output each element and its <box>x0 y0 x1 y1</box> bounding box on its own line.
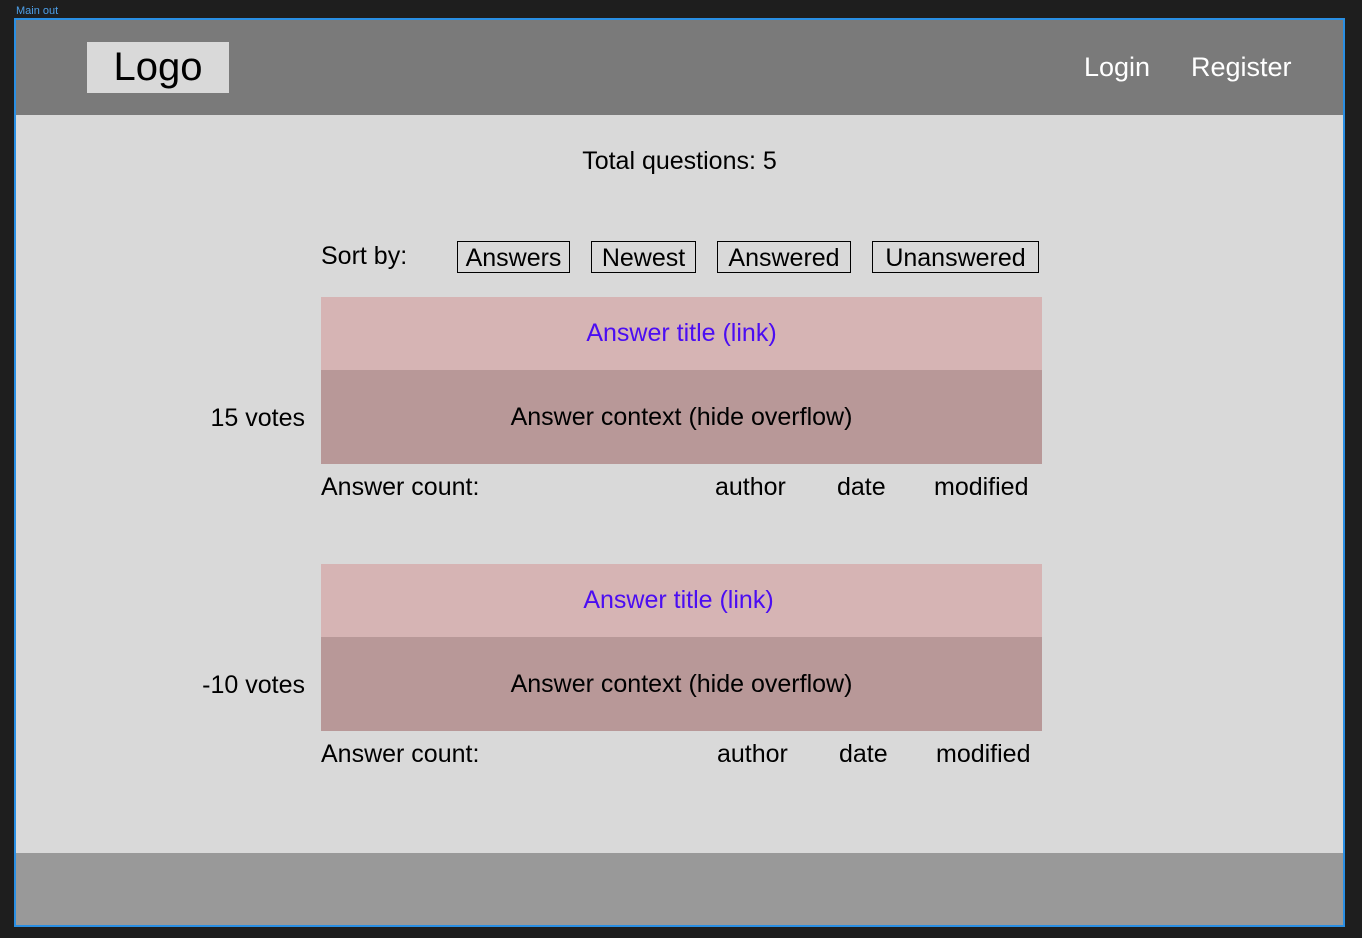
answer-count-label: Answer count: <box>321 473 480 501</box>
sort-answers-button[interactable]: Answers <box>457 241 570 273</box>
question-context: Answer context (hide overflow) <box>321 370 1042 464</box>
sort-label: Sort by: <box>321 242 408 270</box>
site-footer <box>16 853 1343 925</box>
question-title-link[interactable]: Answer title (link) <box>321 297 1042 370</box>
register-link[interactable]: Register <box>1191 52 1292 83</box>
author-label: author <box>715 473 786 501</box>
sort-newest-button[interactable]: Newest <box>591 241 696 273</box>
question-votes: -10 votes <box>202 671 305 699</box>
modified-label: modified <box>936 740 1031 768</box>
frame-label: Main out <box>16 5 59 17</box>
date-label: date <box>837 473 886 501</box>
login-link[interactable]: Login <box>1084 52 1150 83</box>
main-frame: Logo Login Register Total questions: 5 S… <box>14 18 1345 927</box>
answer-count-label: Answer count: <box>321 740 480 768</box>
question-context: Answer context (hide overflow) <box>321 637 1042 731</box>
logo[interactable]: Logo <box>87 42 229 93</box>
date-label: date <box>839 740 888 768</box>
site-header: Logo Login Register <box>16 20 1343 115</box>
sort-unanswered-button[interactable]: Unanswered <box>872 241 1039 273</box>
question-title-link[interactable]: Answer title (link) <box>321 564 1042 637</box>
question-votes: 15 votes <box>210 404 305 432</box>
sort-answered-button[interactable]: Answered <box>717 241 851 273</box>
total-questions: Total questions: 5 <box>582 147 777 175</box>
modified-label: modified <box>934 473 1029 501</box>
author-label: author <box>717 740 788 768</box>
